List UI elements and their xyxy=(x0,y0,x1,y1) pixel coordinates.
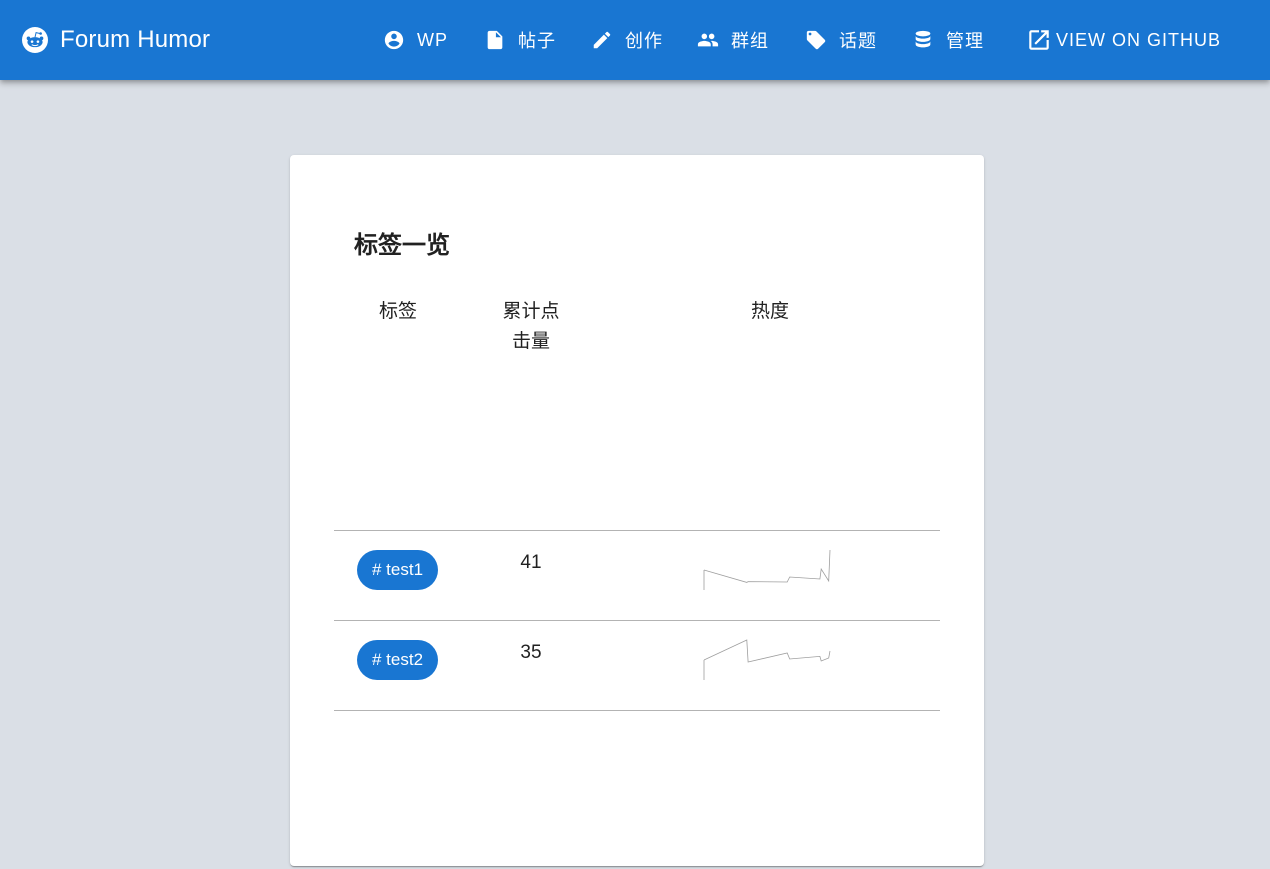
column-header-heat: 热度 xyxy=(750,301,789,322)
sparkline-path xyxy=(703,639,831,663)
table-row: # test2 35 xyxy=(334,620,940,710)
heat-sparkline xyxy=(703,639,831,680)
tag-icon xyxy=(806,30,826,50)
click-count: 41 xyxy=(520,552,542,573)
app-title: Forum Humor xyxy=(60,26,211,53)
click-count: 35 xyxy=(520,642,542,663)
file-icon xyxy=(487,30,503,50)
nav-groups-label: 群组 xyxy=(731,31,769,51)
nav-groups[interactable]: 群组 xyxy=(697,28,769,52)
heat-sparkline xyxy=(703,549,831,590)
tag-chip[interactable]: # test1 xyxy=(357,550,439,590)
nav-create-label: 创作 xyxy=(625,31,663,51)
nav-wp-label: WP xyxy=(417,29,448,50)
database-icon xyxy=(915,30,931,48)
pencil-icon xyxy=(593,31,611,49)
tags-card: 标签一览 标签 累计点 击量 热度 # test1 41 # test2 35 xyxy=(290,155,984,866)
tag-chip-label: # test2 xyxy=(372,650,424,669)
column-header-clicks: 累计点 击量 xyxy=(502,301,560,352)
nav-topics[interactable]: 话题 xyxy=(805,28,877,52)
sparkline-path xyxy=(703,549,831,583)
nav-create[interactable]: 创作 xyxy=(591,28,663,52)
nav-github[interactable]: VIEW ON GITHUB xyxy=(1026,28,1221,52)
nav-admin-label: 管理 xyxy=(946,31,984,51)
page-title: 标签一览 xyxy=(354,232,450,259)
nav-admin[interactable]: 管理 xyxy=(912,28,984,52)
nav-posts[interactable]: 帖子 xyxy=(484,28,556,52)
account-circle-icon xyxy=(384,30,404,50)
reddit-alien-icon xyxy=(22,27,48,53)
tag-chip-label: # test1 xyxy=(372,560,424,579)
nav-posts-label: 帖子 xyxy=(518,31,556,51)
app-bar: Forum Humor WP 帖子 创作 群组 话题 管理 VIEW ON GI… xyxy=(0,0,1270,80)
open-in-new-icon xyxy=(1029,30,1049,50)
nav-topics-label: 话题 xyxy=(839,31,877,51)
table-row: # test1 41 xyxy=(334,530,940,620)
brand[interactable]: Forum Humor xyxy=(22,27,210,53)
row-divider xyxy=(334,710,940,711)
people-icon xyxy=(697,33,719,47)
column-header-tag: 标签 xyxy=(378,301,417,322)
tag-chip[interactable]: # test2 xyxy=(357,640,439,680)
nav-wp[interactable]: WP xyxy=(383,28,448,52)
nav-github-label: VIEW ON GITHUB xyxy=(1056,29,1222,50)
